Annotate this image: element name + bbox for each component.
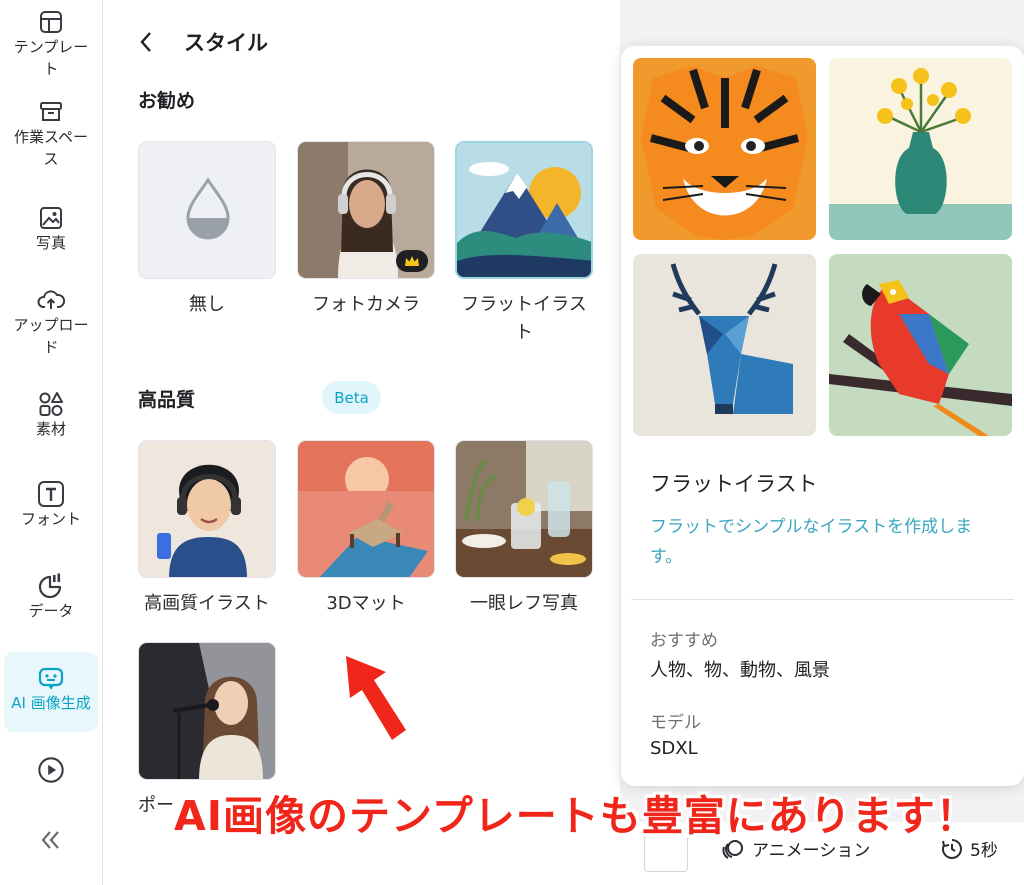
tile-label: フラットイラスト	[461, 294, 587, 343]
model-value: SDXL	[650, 738, 698, 759]
sidebar-item-label: AI 画像生成	[11, 694, 91, 712]
sidebar-item-label: テンプレート	[13, 38, 89, 78]
shapes-icon	[37, 390, 65, 418]
style-tile-3d-matte[interactable]: 3Dマット	[297, 440, 435, 618]
sidebar-item-ai-image[interactable]: AI 画像生成	[4, 652, 98, 732]
annotation-caption: AI画像のテンプレートも豊富にあります！	[174, 792, 978, 840]
preview-style-name: フラットイラスト	[650, 472, 818, 496]
sidebar-item-label: データ	[28, 602, 74, 620]
sidebar-collapse-button[interactable]	[4, 826, 98, 854]
tile-thumbnail	[138, 642, 276, 780]
model-label: モデル	[650, 713, 701, 733]
preview-image-parrot	[829, 254, 1012, 436]
style-tile-hq-illustration[interactable]: 高画質イラスト	[138, 440, 276, 618]
image-icon	[37, 204, 65, 232]
sidebar-item-data[interactable]: データ	[4, 572, 98, 622]
style-tile-flat-illustration[interactable]: フラットイラスト	[455, 141, 593, 347]
section-title-recommended: お勧め	[138, 90, 196, 112]
sidebar-item-video[interactable]	[4, 756, 98, 784]
back-button[interactable]	[138, 27, 162, 57]
tile-thumbnail	[138, 440, 276, 578]
panel-header: スタイル	[138, 26, 268, 58]
archive-box-icon	[37, 98, 65, 126]
style-tile-dslr-photo[interactable]: 一眼レフ写真	[455, 440, 593, 618]
section-title-high-quality: 高品質	[138, 389, 196, 411]
left-sidebar: テンプレート 作業スペース 写真 アップロード 素材 フォント データ AI 画…	[0, 0, 103, 885]
chevron-left-icon	[140, 32, 151, 52]
sidebar-item-label: 写真	[35, 234, 66, 252]
sidebar-item-photos[interactable]: 写真	[4, 204, 98, 254]
sidebar-item-label: フォント	[20, 510, 81, 528]
tile-thumbnail	[138, 141, 276, 279]
tile-thumbnail	[455, 440, 593, 578]
pie-chart-icon	[37, 572, 65, 600]
style-tile-none[interactable]: 無し	[138, 141, 276, 319]
recommend-label: おすすめ	[650, 631, 718, 651]
play-circle-icon	[37, 756, 65, 784]
tile-label: 無し	[189, 294, 225, 315]
tile-label: ポー	[138, 795, 174, 816]
cloud-upload-icon	[37, 286, 65, 314]
ai-robot-icon	[37, 664, 65, 692]
tile-label: 3Dマット	[326, 593, 406, 614]
panel-title: スタイル	[184, 31, 268, 55]
divider	[631, 599, 1014, 600]
tile-label: フォトカメラ	[312, 294, 420, 315]
preview-image-deer	[633, 254, 816, 436]
tile-thumbnail	[297, 141, 435, 279]
drop-icon	[186, 177, 230, 240]
crown-icon	[396, 250, 428, 272]
text-t-icon	[37, 480, 65, 508]
tile-thumbnail	[455, 141, 593, 279]
sidebar-item-label: 作業スペース	[14, 128, 88, 168]
sidebar-item-template[interactable]: テンプレート	[4, 8, 98, 80]
sidebar-item-fonts[interactable]: フォント	[4, 480, 98, 530]
tile-label: 一眼レフ写真	[470, 593, 578, 614]
style-panel: スタイル お勧め 無し フォトカメラ フラットイラスト 高品質 Beta 高画質…	[104, 0, 714, 885]
sidebar-item-upload[interactable]: アップロード	[4, 286, 98, 358]
annotation-arrow	[346, 656, 406, 740]
preview-style-description: フラットでシンプルなイラストを作成します。	[650, 517, 973, 567]
sidebar-item-label: 素材	[35, 420, 66, 438]
recommend-value: 人物、物、動物、風景	[650, 660, 830, 681]
style-tile-photo-camera[interactable]: フォトカメラ	[297, 141, 435, 319]
beta-badge: Beta	[322, 381, 381, 414]
style-preview-card: フラットイラスト フラットでシンプルなイラストを作成します。 おすすめ 人物、物…	[621, 46, 1024, 786]
collapse-chevrons-icon	[37, 826, 65, 854]
sidebar-item-workspace[interactable]: 作業スペース	[4, 98, 98, 170]
preview-image-flowers	[829, 58, 1012, 240]
layout-template-icon	[37, 8, 65, 36]
tile-thumbnail	[297, 440, 435, 578]
sidebar-item-elements[interactable]: 素材	[4, 390, 98, 440]
tile-label: 高画質イラスト	[144, 593, 270, 614]
preview-image-tiger	[633, 58, 816, 240]
sidebar-item-label: アップロード	[13, 316, 89, 356]
